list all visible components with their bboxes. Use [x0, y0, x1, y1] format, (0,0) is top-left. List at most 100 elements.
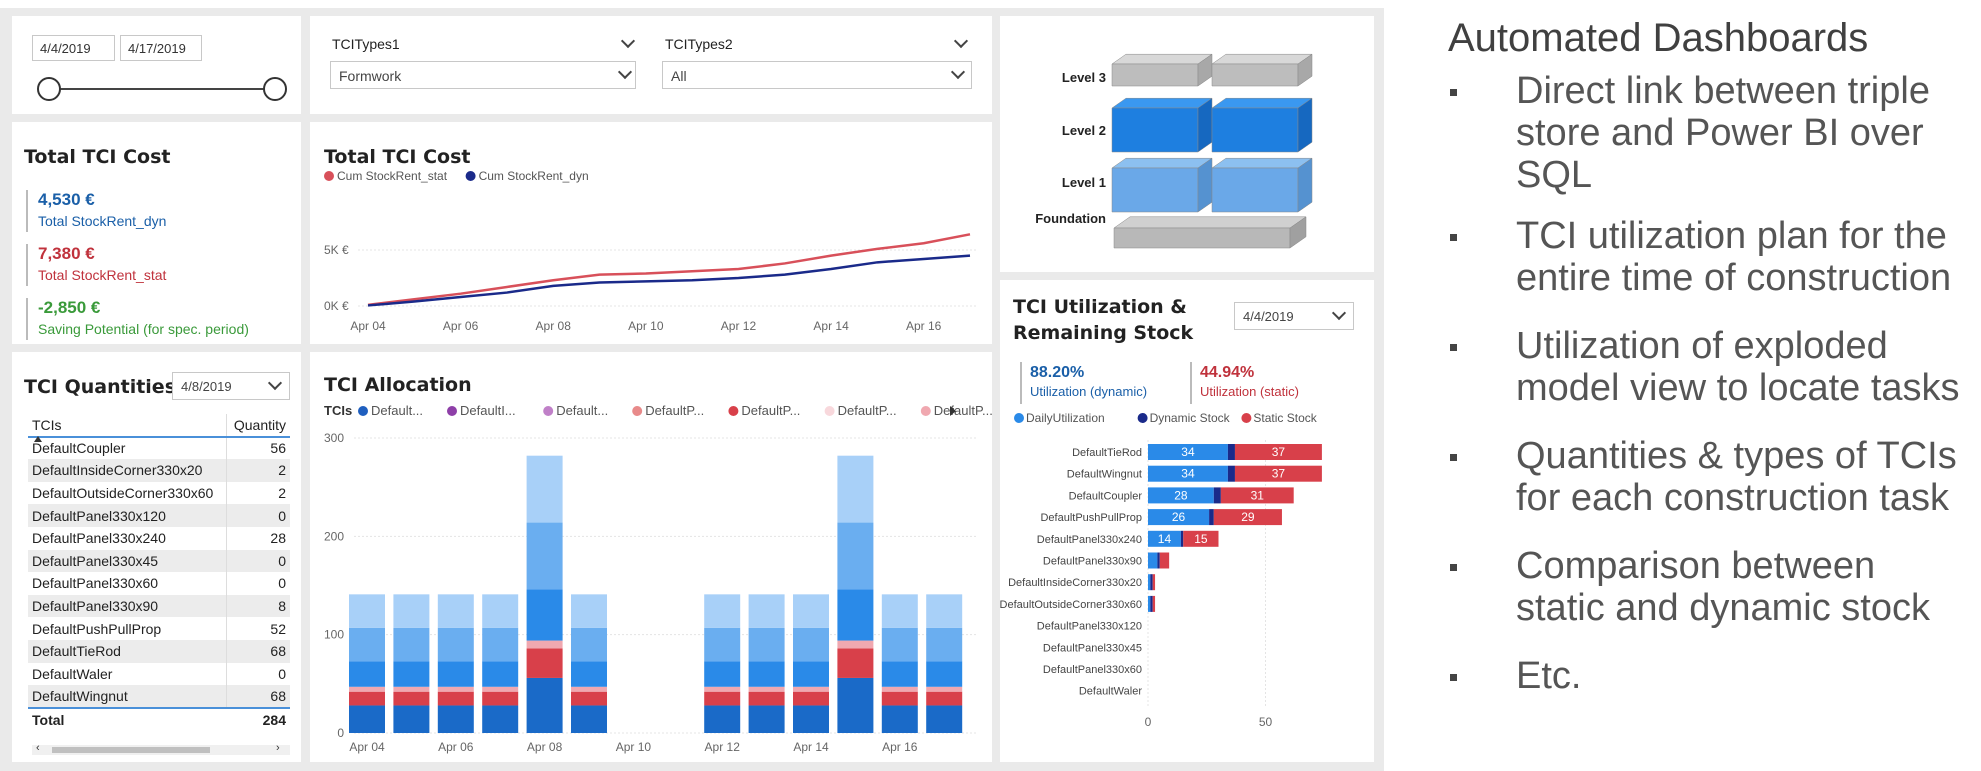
- bar-segment: [437, 705, 474, 733]
- bar-segment: [704, 627, 741, 662]
- bar-segment: [881, 691, 918, 706]
- level-label: Level 3: [1062, 70, 1106, 85]
- data-label: 15: [1194, 532, 1208, 546]
- cell-quantity: 56: [226, 436, 290, 460]
- scroll-right-icon[interactable]: ›: [276, 742, 280, 754]
- kpi-stat-value: 7,380 €: [38, 244, 95, 263]
- table-row[interactable]: DefaultOutsideCorner330x60 2: [28, 481, 290, 505]
- level-label: Level 2: [1062, 123, 1106, 138]
- legend-marker: [632, 406, 643, 416]
- table-row[interactable]: DefaultPanel330x120 0: [28, 504, 290, 527]
- bar-segment: [793, 627, 829, 662]
- cell-quantity: 2: [226, 459, 290, 482]
- level-label: Level 1: [1062, 175, 1106, 190]
- column-header-quantity[interactable]: Quantity: [226, 414, 290, 438]
- bar-segment: [837, 677, 874, 733]
- bar-segment: [926, 705, 963, 733]
- table-row[interactable]: DefaultPanel330x60 0: [28, 572, 290, 595]
- table-row[interactable]: DefaultPanel330x90 8: [28, 594, 290, 618]
- bar-segment: [1213, 487, 1221, 504]
- cell-tci-name: DefaultWingnut: [32, 687, 128, 704]
- cell-tci-name: DefaultWaler: [32, 665, 113, 682]
- date-slider-end-handle[interactable]: [263, 77, 287, 101]
- bar-segment: [704, 661, 741, 687]
- kpi-divider: [26, 298, 28, 340]
- table-row[interactable]: DefaultCoupler 56: [28, 436, 290, 460]
- category-label: DefaultPanel330x240: [1037, 534, 1142, 546]
- date-slider-start-handle[interactable]: [37, 77, 61, 101]
- sort-ascending-icon: [34, 436, 42, 442]
- tci-types2-dropdown[interactable]: All: [662, 61, 972, 89]
- start-date-input[interactable]: 4/4/2019: [32, 35, 115, 61]
- table-row[interactable]: DefaultWingnut 68: [28, 685, 290, 708]
- bar-segment: [482, 686, 519, 692]
- x-tick-label: Apr 12: [705, 740, 741, 754]
- bar-segment: [1148, 595, 1151, 612]
- table-total-row: Total 284: [28, 707, 290, 731]
- series-line: [367, 254, 971, 307]
- summary-slide: Automated Dashboards Direct link between…: [1448, 16, 1968, 697]
- legend-marker: [358, 406, 368, 416]
- bar-segment: [393, 661, 430, 687]
- cost-chart-panel: Total TCI Cost Cum StockRent_stat Cum Sto…: [310, 122, 992, 344]
- table-row[interactable]: DefaultPanel330x240 28: [28, 526, 290, 550]
- bar-segment: [926, 686, 963, 692]
- level1-left-front: [1111, 167, 1199, 213]
- cell-quantity: 0: [226, 549, 290, 573]
- bar-segment: [571, 661, 607, 687]
- legend-marker: [543, 406, 554, 416]
- table-row[interactable]: DefaultPushPullProp 52: [28, 617, 290, 640]
- cell-tci-name: DefaultInsideCorner330x20: [32, 462, 203, 479]
- tci-types1-dropdown[interactable]: Formwork: [330, 61, 636, 89]
- x-tick-label: 50: [1259, 715, 1273, 729]
- bar-segment: [437, 686, 474, 692]
- scrollbar-thumb[interactable]: [52, 747, 210, 753]
- foundation-slab-top: [1113, 216, 1307, 229]
- horizontal-scrollbar[interactable]: ‹ ›: [32, 742, 290, 755]
- bar-segment: [393, 691, 430, 706]
- category-label: DefaultPanel330x120: [1037, 621, 1142, 633]
- date-slider-track[interactable]: [48, 88, 278, 90]
- column-header-tcis[interactable]: TCIs: [28, 414, 227, 438]
- kpi-divider: [26, 244, 28, 286]
- bar-segment: [349, 705, 385, 733]
- kpi-saving-label: Saving Potential (for spec. period): [38, 321, 249, 337]
- level2-left-side: [1197, 97, 1213, 153]
- x-tick-label: Apr 06: [443, 319, 479, 333]
- bar-segment: [881, 661, 918, 687]
- chevron-down-icon[interactable]: [953, 33, 969, 49]
- x-tick-label: Apr 04: [350, 319, 386, 333]
- scroll-left-icon[interactable]: ‹: [36, 742, 40, 754]
- table-row[interactable]: DefaultTieRod 68: [28, 639, 290, 663]
- bullet-text: static and dynamic stock: [1516, 587, 1930, 629]
- end-date-input[interactable]: 4/17/2019: [120, 35, 202, 61]
- bar-segment: [526, 589, 563, 641]
- bullet-text: Etc.: [1516, 655, 1582, 697]
- category-label: DefaultCoupler: [1069, 490, 1143, 502]
- data-label: 34: [1181, 445, 1195, 459]
- kpi-saving-value: -2,850 €: [38, 298, 101, 317]
- bullet-text: store and Power BI over: [1516, 112, 1924, 154]
- exploded-model-view[interactable]: Level 3 Level 2 Level 1 Foundation: [1000, 16, 1374, 272]
- data-label: 37: [1272, 445, 1286, 459]
- table-row[interactable]: DefaultPanel330x45 0: [28, 549, 290, 573]
- level3-right-front: [1211, 63, 1299, 87]
- bar-segment: [926, 661, 963, 687]
- level1-right-side: [1297, 157, 1313, 213]
- bullet-marker-icon: [1450, 674, 1457, 681]
- kpi-stat-label: Total StockRent_stat: [38, 267, 167, 283]
- cell-tci-name: DefaultOutsideCorner330x60: [32, 485, 214, 502]
- table-row[interactable]: DefaultInsideCorner330x20 2: [28, 459, 290, 482]
- category-label: DefaultWingnut: [1067, 469, 1142, 481]
- kpi-card-title: Total TCI Cost: [24, 146, 171, 168]
- level3-right-top: [1211, 53, 1313, 65]
- kpi-cost-card: Total TCI Cost 4,530 € Total StockRent_d…: [12, 122, 301, 344]
- bullet-text: Direct link between triple: [1516, 70, 1930, 112]
- level1-right-top: [1211, 157, 1313, 169]
- category-label: DefaultWaler: [1079, 686, 1143, 698]
- bar-segment: [482, 661, 519, 687]
- utilization-bar-chart: DailyUtilization Dynamic Stock Static Stoc…: [1000, 411, 1322, 729]
- chevron-down-icon[interactable]: [620, 33, 636, 49]
- table-row[interactable]: DefaultWaler 0: [28, 662, 290, 686]
- bar-segment: [349, 661, 385, 687]
